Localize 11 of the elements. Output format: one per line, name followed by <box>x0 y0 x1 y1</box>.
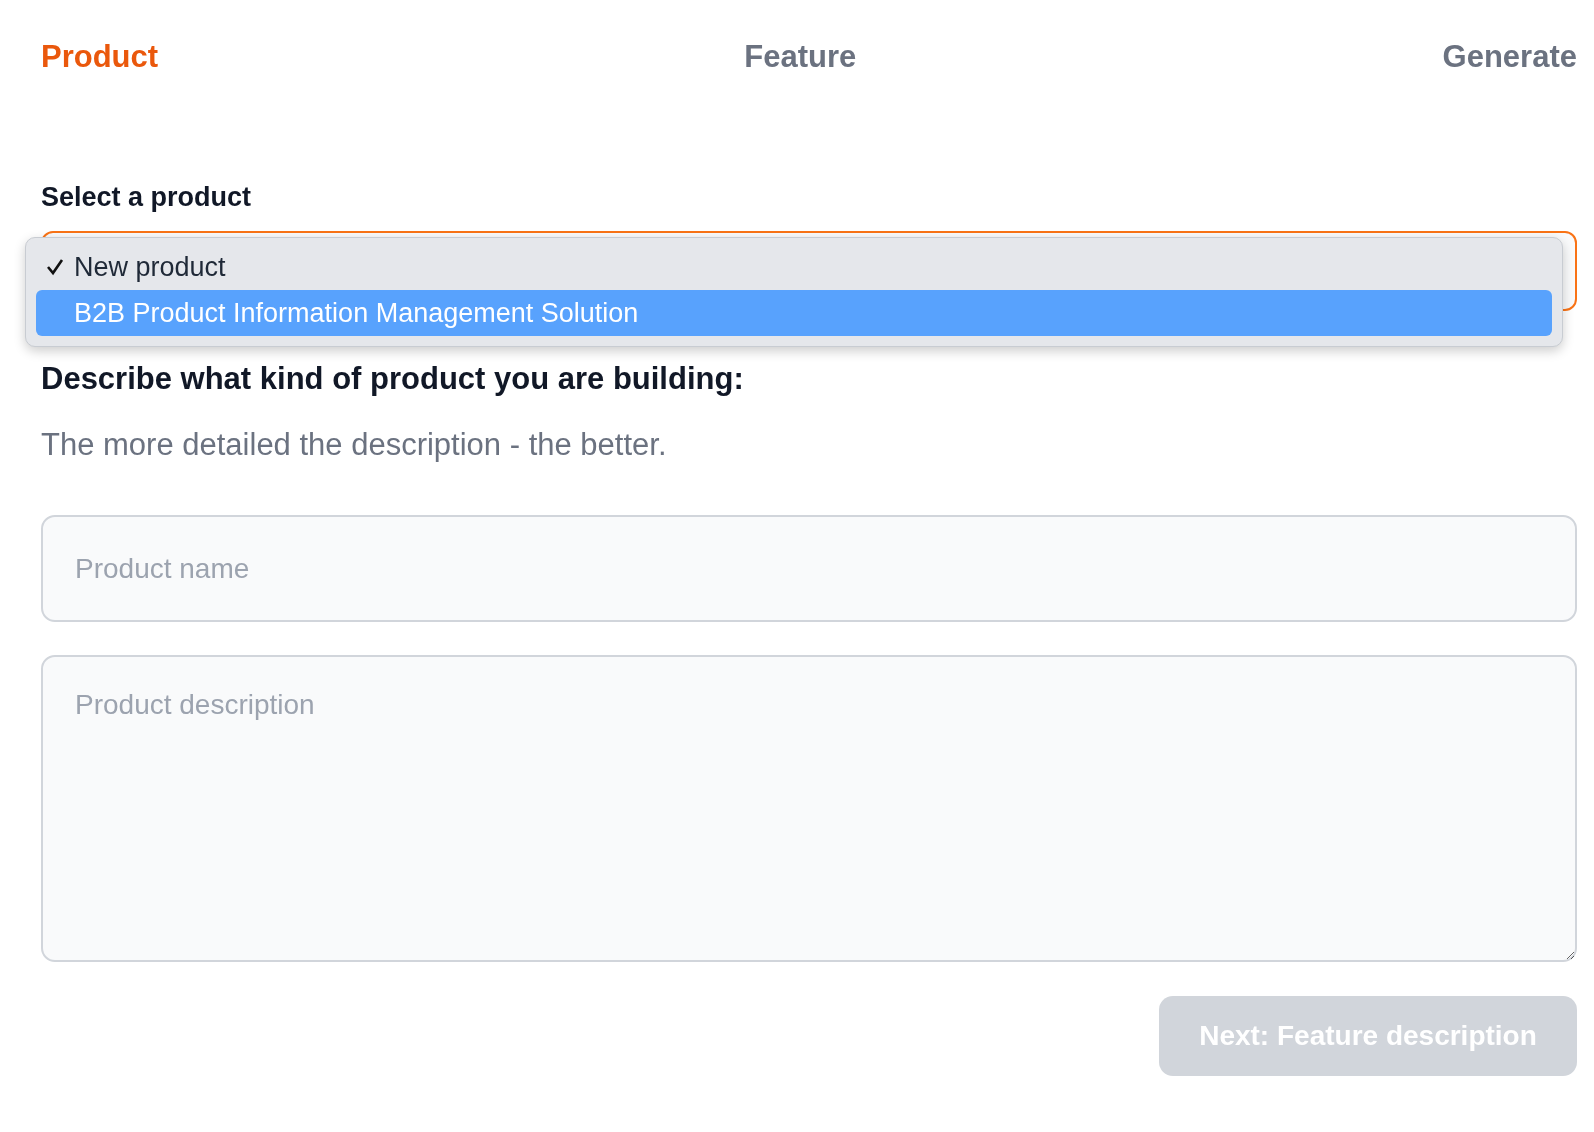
dropdown-option[interactable]: New product <box>36 244 1552 290</box>
step-tab[interactable]: Feature <box>744 38 857 98</box>
section-heading: Describe what kind of product you are building: <box>41 360 745 398</box>
step-tab[interactable]: Generate <box>1442 38 1577 98</box>
section-subtitle: The more detailed the description - the better. <box>41 426 668 464</box>
product-description-field[interactable]: Product description <box>41 655 1577 962</box>
product-name-field[interactable]: Product name <box>41 515 1577 622</box>
checkmark-icon <box>45 257 65 277</box>
step-tab[interactable]: Product <box>41 38 159 98</box>
dropdown-option[interactable]: B2B Product Information Management Solution <box>36 290 1552 336</box>
select-label: Select a product <box>41 181 253 214</box>
